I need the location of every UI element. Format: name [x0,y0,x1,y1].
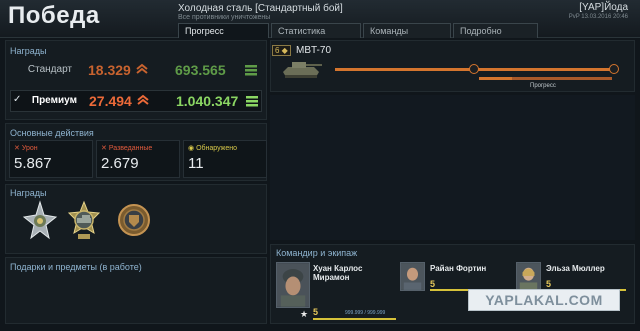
stat-spotting-damage: ✕ Разведанные 2.679 [96,140,180,178]
credits-icon [136,63,148,74]
stat-detected-label: ◉ Обнаружено [188,145,238,152]
xp-stack-icon [245,65,257,76]
tab-details[interactable]: Подробно [453,23,538,38]
crew-member-name: Эльза Мюллер [546,264,605,273]
crew-portrait[interactable] [400,262,425,291]
crew-member-xp: 999.999 / 999.999 [345,310,386,316]
reward-label-premium: Премиум [31,95,77,106]
module-progress-fill [479,77,512,80]
tank-icon [283,62,322,78]
battle-subtitle: Все противники уничтожены [178,14,271,21]
tank-tier: 6 [275,46,280,55]
crew-member-level: 5 [546,279,552,289]
battle-result-title: Победа [8,2,100,29]
stat-label-text: Обнаружено [196,145,238,152]
xp-premium: 1.040.347 [176,93,239,109]
tank-name: MBT-70 [296,45,332,56]
stat-damage-label: ✕ Урон [14,145,38,152]
reward-row-standard: Стандарт 18.329 693.565 [10,60,262,82]
stat-label-text: Разведанные [108,145,153,152]
stat-damage: ✕ Урон 5.867 [9,140,93,178]
reward-label-standard: Стандарт [27,64,72,75]
player-name: [YAP]Йода [579,2,628,13]
crew-member-name: Райан Фортин [430,264,487,273]
tank-tier-badge: 6 ◆ [272,45,291,56]
xp-stack-icon [246,96,258,107]
tab-teams[interactable]: Команды [363,23,451,38]
gifts-title: Подарки и предметы (в работе) [10,262,142,272]
battle-date: PvP 13.03.2016 20:46 [568,14,628,20]
silver-star-medal-icon[interactable] [22,200,58,242]
bronze-shield-medal-icon[interactable] [116,200,152,242]
progress-label: Прогресс [530,83,556,89]
star-icon: ★ [300,309,309,319]
tab-statistics[interactable]: Статистика [271,23,361,38]
awards-title: Награды [10,188,47,198]
commander-portrait[interactable] [276,262,310,308]
stat-label-text: Урон [21,145,38,152]
crew-title: Командир и экипаж [276,248,358,258]
research-node-icon[interactable] [609,64,619,74]
stat-detected-value: 11 [188,155,204,172]
xp-standard: 693.565 [175,62,226,78]
crew-member-level: 5 [313,307,319,317]
gold-tank-medal-icon[interactable] [66,200,102,242]
crew-member-level: 5 [430,279,436,289]
crew-portrait[interactable] [516,262,541,291]
credits-icon [137,94,149,105]
credits-premium: 27.494 [89,93,132,109]
watermark: YAPLAKAL.COM [468,289,620,311]
crew-xp-bar [313,318,396,320]
reward-row-premium: ✓ Премиум 27.494 1.040.347 [10,90,262,112]
research-node-icon[interactable] [469,64,479,74]
progress-content-area [270,95,635,240]
stat-detected: ◉ Обнаружено 11 [183,140,267,178]
credits-standard: 18.329 [88,62,131,78]
stat-spotting-value: 2.679 [101,155,139,172]
battle-name: Холодная сталь [Стандартный бой] [178,3,343,14]
tab-progress[interactable]: Прогресс [178,23,269,38]
crew-member-name: Хуан Карлос Мирамон [313,264,363,282]
actions-title: Основные действия [10,128,94,138]
rewards-title: Награды [10,46,47,56]
stat-spotting-label: ✕ Разведанные [101,145,153,152]
stat-damage-value: 5.867 [14,155,52,172]
